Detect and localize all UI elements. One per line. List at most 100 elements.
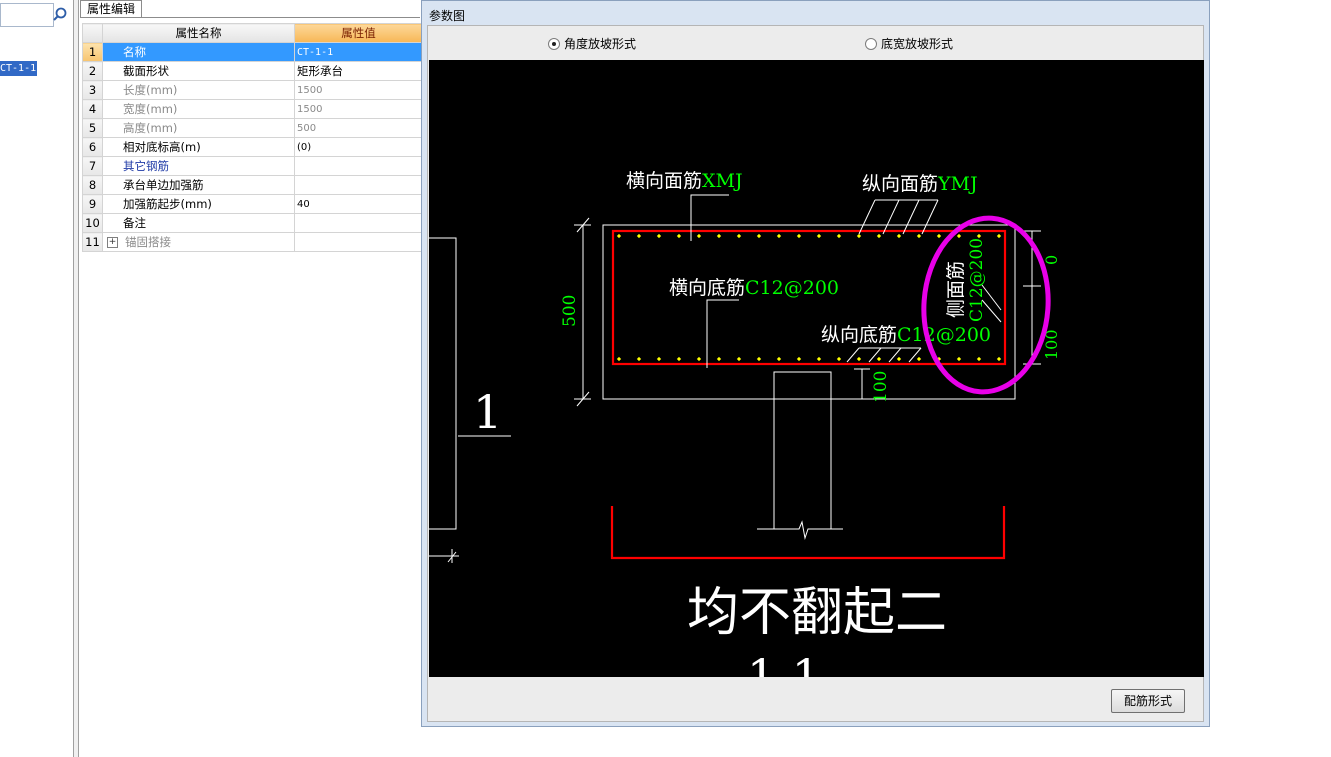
section-label-text: 1-1 [747, 649, 821, 677]
rebar-dot [796, 356, 802, 362]
dim-height-text: 500 [560, 295, 580, 327]
property-value[interactable] [294, 175, 423, 195]
row-number: 3 [82, 80, 103, 100]
rebar-dot [896, 233, 902, 239]
rebar-dot [616, 233, 622, 239]
table-row[interactable]: 9 加强筋起步(mm) 40 [82, 194, 423, 214]
property-grid: 属性名称 属性值 1 名称 CT-1-1 2 截面形状 矩形承台 3 长度(mm… [82, 23, 423, 252]
radio-angle-label: 角度放坡形式 [564, 37, 637, 51]
top-longitudinal-label: 纵向面筋 [862, 173, 938, 195]
rebar-dot [636, 356, 642, 362]
row-number: 2 [82, 61, 103, 81]
dialog-body: 角度放坡形式 底宽放坡形式 1 横向面筋XMJ 纵向面筋YMJ 横向底筋C12@… [427, 25, 1204, 722]
property-value[interactable]: CT-1-1 [294, 42, 423, 62]
radio-width-slope[interactable]: 底宽放坡形式 [865, 35, 953, 52]
parameter-diagram-dialog: 参数图 角度放坡形式 底宽放坡形式 1 横向面筋XMJ 纵向面筋YMJ 横向底筋… [421, 0, 1210, 727]
rebar-dot [996, 356, 1002, 362]
rebar-dot [876, 233, 882, 239]
search-button[interactable] [50, 3, 70, 25]
dim-cover-text: 100 [871, 371, 891, 403]
property-value[interactable] [294, 232, 423, 252]
table-row[interactable]: 10 备注 [82, 213, 423, 233]
top-longitudinal-code: YMJ [937, 173, 978, 195]
rebar-dot [916, 356, 922, 362]
rebar-dot [996, 233, 1002, 239]
table-row[interactable]: 6 相对底标高(m) (0) [82, 137, 423, 157]
rebar-dot [836, 233, 842, 239]
property-name: 名称 [102, 42, 295, 62]
property-name: 宽度(mm) [102, 99, 295, 119]
property-value[interactable]: 矩形承台 [294, 61, 423, 81]
table-row[interactable]: 11 + 锚固搭接 [82, 232, 423, 252]
rebar-dot [756, 356, 762, 362]
tree-item-selected[interactable]: CT-1-1 [0, 61, 37, 76]
property-value[interactable]: 40 [294, 194, 423, 214]
rebar-dot [976, 233, 982, 239]
row-number: 7 [82, 156, 103, 176]
rebar-dot [636, 233, 642, 239]
radio-width-label: 底宽放坡形式 [881, 37, 954, 51]
rebar-dot [656, 356, 662, 362]
table-row[interactable]: 8 承台单边加强筋 [82, 175, 423, 195]
tab-property-edit[interactable]: 属性编辑 [80, 0, 143, 18]
rebar-dot [696, 356, 702, 362]
rebar-dot [716, 356, 722, 362]
property-name: 加强筋起步(mm) [102, 194, 295, 214]
bottom-note-text: 均不翻起二 [687, 583, 947, 643]
property-value[interactable] [294, 213, 423, 233]
rebar-dot [956, 356, 962, 362]
rebar-dot [856, 233, 862, 239]
table-row[interactable]: 7 其它钢筋 [82, 156, 423, 176]
radio-selected-icon [548, 37, 560, 50]
rebar-dot [976, 356, 982, 362]
row-number: 4 [82, 99, 103, 119]
table-row[interactable]: 1 名称 CT-1-1 [82, 42, 423, 62]
row-number: 10 [82, 213, 103, 233]
left-section-mark: 1 [473, 385, 502, 439]
top-transverse-label: 横向面筋 [626, 170, 702, 192]
property-name-text: 锚固搭接 [125, 235, 171, 249]
rebar-dot [836, 356, 842, 362]
rebar-dot [776, 356, 782, 362]
property-value[interactable] [294, 156, 423, 176]
rebar-dot [816, 233, 822, 239]
property-name: 相对底标高(m) [102, 137, 295, 157]
property-name: 截面形状 [102, 61, 295, 81]
header-property-value[interactable]: 属性值 [294, 23, 423, 43]
bottom-transverse-label: 横向底筋 [669, 277, 745, 299]
header-corner [82, 23, 103, 43]
dialog-title: 参数图 [429, 9, 466, 23]
rebar-form-button[interactable]: 配筋形式 [1111, 689, 1185, 713]
header-property-name[interactable]: 属性名称 [102, 23, 295, 43]
rebar-dot [936, 233, 942, 239]
table-row[interactable]: 4 宽度(mm) 1500 [82, 99, 423, 119]
property-value[interactable]: (0) [294, 137, 423, 157]
rebar-dot [616, 356, 622, 362]
property-value[interactable]: 1500 [294, 80, 423, 100]
rebar-dot [916, 233, 922, 239]
pane-splitter[interactable] [73, 0, 79, 757]
table-row[interactable]: 3 长度(mm) 1500 [82, 80, 423, 100]
rebar-dot [736, 356, 742, 362]
table-row[interactable]: 5 高度(mm) 500 [82, 118, 423, 138]
rebar-dot [956, 233, 962, 239]
bottom-transverse-code: C12@200 [745, 277, 839, 299]
search-input[interactable] [0, 3, 54, 27]
rebar-dot [656, 233, 662, 239]
radio-unselected-icon [865, 37, 877, 50]
left-tree-pane: CT-1-1 [0, 0, 74, 757]
property-name: 长度(mm) [102, 80, 295, 100]
radio-angle-slope[interactable]: 角度放坡形式 [548, 35, 636, 52]
property-value[interactable]: 1500 [294, 99, 423, 119]
rebar-dot [896, 356, 902, 362]
expand-icon[interactable]: + [107, 237, 118, 248]
rebar-dot [736, 233, 742, 239]
property-panel: 属性编辑 属性名称 属性值 1 名称 CT-1-1 2 截面形状 矩形承台 3 … [80, 0, 423, 757]
rebar-dot [856, 356, 862, 362]
table-row[interactable]: 2 截面形状 矩形承台 [82, 61, 423, 81]
bottom-transverse-annotation: 横向底筋C12@200 [669, 277, 839, 299]
grid-header: 属性名称 属性值 [82, 23, 423, 43]
rebar-dot [876, 356, 882, 362]
property-value[interactable]: 500 [294, 118, 423, 138]
row-number: 1 [82, 42, 103, 62]
